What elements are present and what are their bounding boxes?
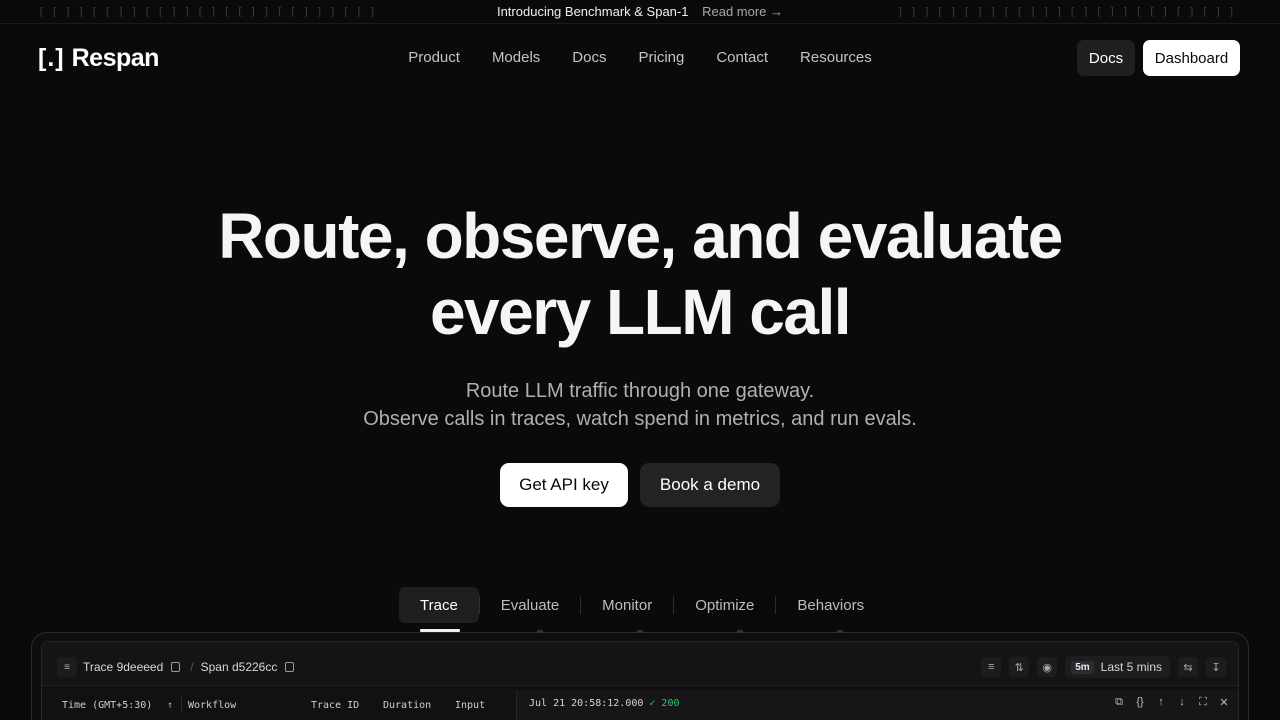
swap-icon[interactable]: ⇆ [1178, 657, 1198, 677]
column-duration[interactable]: Duration [383, 700, 455, 711]
dashboard-button[interactable]: Dashboard [1143, 40, 1240, 76]
window-icon[interactable]: ⧉ [1113, 696, 1125, 709]
nav-contact[interactable]: Contact [716, 49, 768, 67]
sort-arrow-icon[interactable]: ↑ [167, 700, 181, 711]
hero-subtitle-line-2: Observe calls in traces, watch spend in … [363, 408, 917, 430]
nav-models[interactable]: Models [492, 49, 540, 67]
read-more-link[interactable]: Read more → [702, 4, 783, 19]
column-trace-id[interactable]: Trace ID [311, 700, 383, 711]
tab-progress-indicator [420, 629, 460, 632]
announcement-bar: [ [ ] ] [ [ ] ] [ [ ] ] [ ] [ [ ] ] [ [ … [0, 0, 1280, 24]
sliders-icon[interactable]: ⇅ [1009, 657, 1030, 677]
hero-subtitle: Route LLM traffic through one gateway. O… [0, 377, 1280, 433]
breadcrumb-separator: / [190, 660, 194, 674]
filter-icon[interactable]: ≡ [981, 657, 1002, 677]
time-range-label: Last 5 mins [1100, 660, 1162, 674]
book-demo-button[interactable]: Book a demo [640, 463, 780, 507]
status-code: 200 [661, 698, 680, 709]
span-detail-pane: Jul 21 20:58:12.000 ✓ 200 ⧉ {} ↑ ↓ ⛶ ✕ [516, 690, 1238, 720]
column-input[interactable]: Input [455, 700, 505, 711]
arrow-down-icon[interactable]: ↓ [1176, 696, 1188, 709]
hero-subtitle-line-1: Route LLM traffic through one gateway. [465, 380, 815, 402]
trace-panel-header: ≡ Trace 9deeeed / Span d5226cc ≡ ⇅ ◉ 5m … [42, 642, 1238, 686]
span-detail-header: Jul 21 20:58:12.000 ✓ 200 [529, 698, 679, 709]
trace-table-header: Time (GMT+5:30) ↑ Workflow Trace ID Dura… [62, 697, 505, 713]
tab-trace[interactable]: Trace [399, 587, 479, 623]
tab-monitor[interactable]: Monitor [581, 587, 673, 623]
trace-toolbar: ≡ ⇅ ◉ 5m Last 5 mins ⇆ ↧ [981, 656, 1226, 678]
docs-button[interactable]: Docs [1077, 40, 1135, 76]
list-icon[interactable]: ≡ [57, 657, 77, 677]
copy-icon[interactable] [285, 662, 295, 672]
span-detail-toolbar: ⧉ {} ↑ ↓ ⛶ ✕ [1113, 696, 1230, 709]
tab-progress-dot [537, 630, 543, 633]
time-range-badge: 5m [1071, 660, 1094, 674]
tab-progress-dot [637, 630, 643, 633]
tab-evaluate[interactable]: Evaluate [480, 587, 580, 623]
hero-title-line-1: Route, observe, and evaluate [218, 200, 1063, 272]
arrow-up-icon[interactable]: ↑ [1155, 696, 1167, 709]
eye-icon[interactable]: ◉ [1037, 657, 1058, 677]
column-time[interactable]: Time (GMT+5:30) [62, 700, 167, 711]
nav-product[interactable]: Product [408, 49, 460, 67]
hero-title: Route, observe, and evaluate every LLM c… [0, 198, 1280, 350]
announcement-text: Introducing Benchmark & Span-1 [496, 4, 689, 19]
close-icon[interactable]: ✕ [1218, 696, 1230, 709]
tab-progress-dot [837, 630, 843, 633]
span-timestamp: Jul 21 20:58:12.000 [529, 698, 644, 709]
trace-id-label: Trace 9deeeed [83, 660, 164, 674]
trace-breadcrumb: ≡ Trace 9deeeed / Span d5226cc [57, 657, 297, 677]
nav-pricing[interactable]: Pricing [638, 49, 684, 67]
get-api-key-button[interactable]: Get API key [500, 463, 628, 507]
code-braces-icon[interactable]: {} [1134, 696, 1146, 709]
column-workflow[interactable]: Workflow [182, 700, 311, 711]
span-id-label: Span d5226cc [200, 660, 278, 674]
copy-icon[interactable] [171, 662, 181, 672]
tab-behaviors[interactable]: Behaviors [776, 587, 885, 623]
nav-resources[interactable]: Resources [800, 49, 872, 67]
trace-demo-panel: ≡ Trace 9deeeed / Span d5226cc ≡ ⇅ ◉ 5m … [41, 641, 1239, 720]
nav-docs[interactable]: Docs [572, 49, 606, 67]
download-icon[interactable]: ↧ [1206, 657, 1226, 677]
tab-optimize[interactable]: Optimize [674, 587, 775, 623]
check-icon: ✓ [649, 698, 656, 709]
feature-tabs: Trace Evaluate Monitor Optimize Behavior… [399, 587, 885, 623]
time-range-selector[interactable]: 5m Last 5 mins [1065, 656, 1170, 678]
bracket-pattern-right: ] ] ] [ ] [ ] ] [ [ ] ] ] [ ] [ ] ] [ [ … [897, 5, 1242, 18]
hero-title-line-2: every LLM call [429, 276, 852, 348]
expand-icon[interactable]: ⛶ [1197, 696, 1209, 709]
tab-progress-dot [737, 630, 743, 633]
